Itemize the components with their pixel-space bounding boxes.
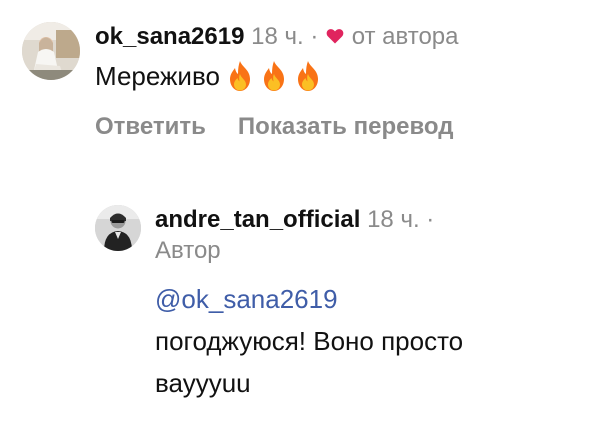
separator: ·: [310, 23, 319, 50]
reply-text: @ok_sana2619 погоджуюся! Воно просто вау…: [155, 278, 585, 404]
show-translation-button[interactable]: Показать перевод: [238, 113, 454, 140]
fire-icon: [226, 60, 254, 92]
avatar-photo: [22, 22, 80, 80]
reply-text-line: погоджуюся! Воно просто: [155, 326, 464, 356]
reply-time: 18 ч.: [367, 206, 420, 233]
username[interactable]: ok_sana2619: [95, 23, 244, 50]
avatar[interactable]: [22, 22, 80, 80]
comment-text-content: Мереживо: [95, 61, 220, 91]
avatar[interactable]: [95, 205, 141, 251]
mention-link[interactable]: @ok_sana2619: [155, 278, 585, 320]
heart-icon: [325, 24, 345, 44]
comment-time: 18 ч.: [251, 23, 304, 50]
author-badge: Автор: [155, 237, 221, 264]
comment-meta: ok_sana2619 18 ч. · от автора: [95, 22, 582, 52]
comment-text: Мереживо: [95, 60, 582, 92]
reply-button[interactable]: Ответить: [95, 113, 206, 140]
avatar-photo: [95, 205, 141, 251]
username[interactable]: andre_tan_official: [155, 206, 360, 233]
fire-icon: [294, 60, 322, 92]
liked-by-author: от автора: [351, 23, 459, 50]
separator: ·: [426, 206, 435, 233]
reply-meta: andre_tan_official 18 ч. ·: [155, 205, 585, 235]
fire-icon: [260, 60, 288, 92]
reply-comment: andre_tan_official 18 ч. · Автор @ok_san…: [95, 205, 585, 404]
comment-actions: Ответить Показать перевод: [95, 112, 582, 142]
comment: ok_sana2619 18 ч. · от автора Мереживо О…: [22, 22, 582, 142]
reply-text-line: вауууuu: [155, 368, 251, 398]
